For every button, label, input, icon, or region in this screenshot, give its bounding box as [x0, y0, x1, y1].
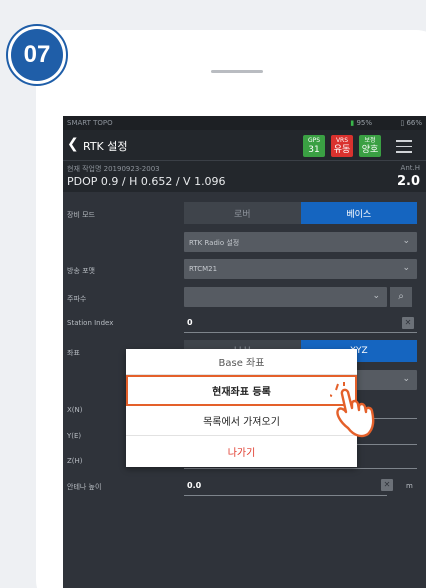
dialog-title: Base 좌표 — [126, 349, 357, 375]
step-number: 07 — [11, 29, 63, 81]
gps-chip-label: GPS — [307, 137, 321, 144]
broadcast-format-select[interactable]: RTCM21 ⌄ — [184, 259, 417, 279]
receiver-battery-value: 66% — [406, 119, 422, 127]
antenna-height-unit: m — [406, 482, 413, 490]
chevron-down-icon: ⌄ — [402, 374, 410, 384]
base-coordinate-dialog: Base 좌표 현재좌표 등록 목록에서 가져오기 나가기 — [126, 349, 357, 467]
page-title: RTK 설정 — [83, 140, 128, 153]
clear-icon[interactable]: ✕ — [381, 479, 393, 491]
station-index-input[interactable]: 0 — [184, 313, 417, 333]
broadcast-format-value: RTCM21 — [189, 265, 218, 273]
vrs-chip-value: 유동 — [333, 145, 351, 155]
radio-setting-value: RTK Radio 설정 — [189, 239, 240, 247]
receiver-icon: ▯ — [400, 119, 405, 127]
status-app-name: SMART TOPO — [67, 119, 113, 127]
correction-chip-label: 보정 — [364, 137, 376, 144]
antenna-height-label: Ant.H — [400, 164, 420, 172]
tap-hand-icon — [330, 382, 375, 438]
speaker-grille — [211, 70, 263, 73]
antenna-height-field-label: 안테나 높이 — [67, 483, 102, 491]
antenna-height-value: 2.0 — [396, 174, 420, 189]
chevron-down-icon: ⌄ — [402, 263, 410, 273]
info-bar: 현재 작업명 20190923-2003 PDOP 0.9 / H 0.652 … — [63, 160, 426, 192]
vrs-status-chip[interactable]: VRS 유동 — [331, 135, 353, 157]
mode-base-option[interactable]: 베이스 — [300, 202, 417, 224]
device-battery-value: 95% — [356, 119, 372, 127]
precision-readout: PDOP 0.9 / H 0.652 / V 1.096 — [67, 175, 226, 188]
device-mode-label: 장비 모드 — [67, 211, 95, 219]
x-label: X(N) — [67, 406, 83, 414]
status-bar: SMART TOPO ▮ 95% ▯ 66% — [63, 116, 426, 130]
clear-icon[interactable]: ✕ — [402, 317, 414, 329]
correction-status-chip[interactable]: 보정 양호 — [359, 135, 381, 157]
correction-chip-value: 양호 — [361, 145, 379, 155]
exit-option[interactable]: 나가기 — [126, 436, 357, 466]
antenna-height-input[interactable]: 0.0 — [184, 476, 387, 496]
y-label: Y(E) — [67, 432, 82, 440]
search-icon[interactable]: ⌕ — [390, 287, 412, 307]
register-current-coordinate-option[interactable]: 현재좌표 등록 — [126, 375, 357, 406]
z-label: Z(H) — [67, 457, 83, 465]
station-index-label: Station Index — [67, 319, 114, 327]
frequency-label: 주파수 — [67, 295, 87, 303]
frequency-select[interactable]: ⌄ — [184, 287, 387, 307]
radio-setting-select[interactable]: RTK Radio 설정 ⌄ — [184, 232, 417, 252]
gps-chip-value: 31 — [308, 145, 320, 155]
receiver-battery: ▯ 66% — [400, 119, 422, 127]
coordinate-label: 좌표 — [67, 349, 80, 357]
gps-status-chip[interactable]: GPS 31 — [303, 135, 325, 157]
device-mode-toggle: 로버 베이스 — [184, 202, 417, 224]
device-battery: ▮ 95% — [350, 119, 372, 127]
battery-icon: ▮ — [350, 119, 355, 127]
vrs-chip-label: VRS — [335, 137, 349, 144]
job-name: 현재 작업명 20190923-2003 — [67, 165, 160, 173]
import-from-list-option[interactable]: 목록에서 가져오기 — [126, 406, 357, 436]
hamburger-menu-icon[interactable] — [396, 140, 412, 157]
chevron-down-icon: ⌄ — [372, 291, 380, 301]
step-badge: 07 — [6, 24, 68, 86]
back-arrow-icon[interactable]: ❮ — [67, 136, 79, 152]
broadcast-format-label: 방송 포맷 — [67, 267, 95, 275]
app-bar: ❮ RTK 설정 GPS 31 VRS 유동 보정 양호 — [63, 130, 426, 160]
chevron-down-icon: ⌄ — [402, 236, 410, 246]
mode-rover-option[interactable]: 로버 — [184, 202, 301, 224]
